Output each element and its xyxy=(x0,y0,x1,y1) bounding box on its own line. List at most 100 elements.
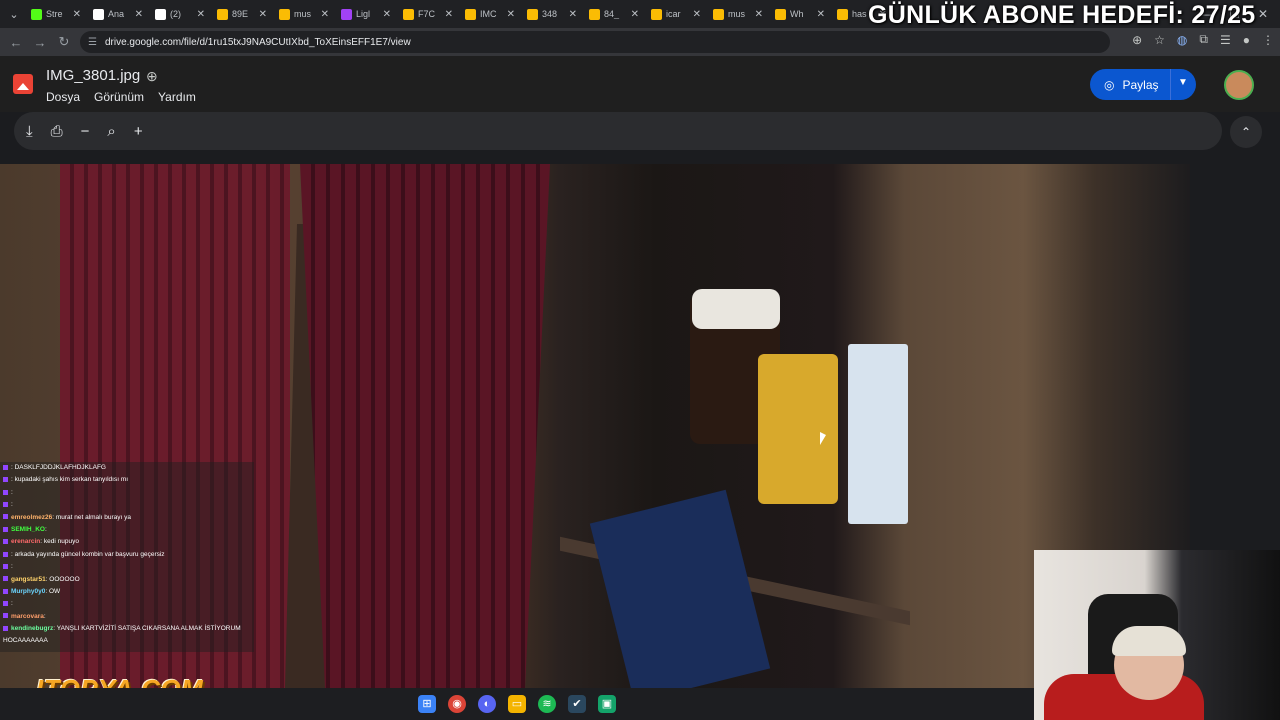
close-tab-icon[interactable]: ✕ xyxy=(383,9,391,20)
chat-text: : arkada yayında güncel kombin var başvu… xyxy=(11,550,165,558)
print-icon[interactable]: ⎙ xyxy=(51,123,63,140)
tab-search-chevron-icon[interactable]: ⌄ xyxy=(3,3,25,25)
chat-message: : xyxy=(0,598,254,610)
menu-file[interactable]: Dosya xyxy=(46,90,80,104)
close-window-icon[interactable]: ✕ xyxy=(1258,7,1268,21)
chat-message: kendinebugrz: YANŞLI KARTVİZİTİ SATIŞA C… xyxy=(0,623,254,635)
reload-icon[interactable]: ↻ xyxy=(52,34,76,50)
close-tab-icon[interactable]: ✕ xyxy=(321,9,329,20)
menu-view[interactable]: Görünüm xyxy=(94,90,144,104)
add-shortcut-icon[interactable]: ⊕ xyxy=(146,68,158,85)
drive-icon xyxy=(403,8,414,20)
browser-tab[interactable]: Ligl ✕ xyxy=(335,1,397,27)
zoom-icon[interactable]: ⌕ xyxy=(107,123,115,140)
close-tab-icon[interactable]: ✕ xyxy=(445,9,453,20)
chat-badge-icon xyxy=(3,526,8,532)
tab-title: icar xyxy=(666,9,681,19)
start-menu-icon[interactable]: ⊞ xyxy=(418,695,436,713)
browser-tab[interactable]: Stre ✕ xyxy=(25,1,87,27)
chat-username: gangstar51 xyxy=(11,575,46,583)
globe-icon: ◎ xyxy=(1104,77,1115,92)
more-menu-icon[interactable]: ⋮ xyxy=(1262,33,1274,47)
close-tab-icon[interactable]: ✕ xyxy=(197,9,205,20)
stream-chat-overlay: : DASKLFJDDJKLAFHDJKLAFG : kupadaki şahıs… xyxy=(0,462,254,652)
discord-icon[interactable]: ◐ xyxy=(478,695,496,713)
steam-icon[interactable]: ✔ xyxy=(568,695,586,713)
kick-icon xyxy=(31,8,42,20)
chat-text: : xyxy=(11,563,13,571)
chat-message: : xyxy=(0,499,254,511)
share-label: Paylaş xyxy=(1122,77,1159,92)
collapse-toolbar-icon[interactable]: ⌃ xyxy=(1230,116,1262,148)
profile-icon[interactable]: ● xyxy=(1243,33,1250,47)
chrome-icon[interactable]: ◉ xyxy=(448,695,466,713)
browser-tab[interactable]: 89E ✕ xyxy=(211,1,273,27)
close-tab-icon[interactable]: ✕ xyxy=(817,9,825,20)
chat-message: : kupadaki şahıs kim serkan tanyıldısı m… xyxy=(0,474,254,486)
close-tab-icon[interactable]: ✕ xyxy=(507,9,515,20)
browser-tab[interactable]: mus ✕ xyxy=(273,1,335,27)
browser-tab[interactable]: (2) ✕ xyxy=(149,1,211,27)
chat-badge-icon xyxy=(3,514,8,520)
photo-can xyxy=(758,354,838,504)
app-icon[interactable]: ▣ xyxy=(598,695,616,713)
chat-text: : xyxy=(44,525,47,533)
chat-message: : DASKLFJDDJKLAFHDJKLAFG xyxy=(0,462,254,474)
chat-text: : xyxy=(11,501,13,509)
zoom-icon[interactable]: ⊕ xyxy=(1132,33,1142,47)
address-bar[interactable]: ☰ drive.google.com/file/d/1ru15txJ9NA9CU… xyxy=(80,31,1110,53)
file-explorer-icon[interactable]: ▭ xyxy=(508,695,526,713)
browser-tab[interactable]: 84_ ✕ xyxy=(583,1,645,27)
back-icon[interactable]: ← xyxy=(4,35,28,50)
tabs-container: Stre ✕ Ana ✕ (2) ✕ 89E ✕ mus ✕ Ligl ✕ F7C ✕ IMC ✕ 348 ✕ 84… xyxy=(25,1,893,27)
tab-list-icon[interactable]: ☰ xyxy=(1220,33,1231,47)
chat-text: : kupadaki şahıs kim serkan tanyıldısı m… xyxy=(11,476,129,484)
extension-icon[interactable]: ◍ xyxy=(1177,33,1187,47)
chat-text: : DASKLFJDDJKLAFHDJKLAFG xyxy=(11,464,106,471)
browser-tab[interactable]: IMC ✕ xyxy=(459,1,521,27)
close-tab-icon[interactable]: ✕ xyxy=(73,9,81,20)
browser-tab[interactable]: F7C ✕ xyxy=(397,1,459,27)
drive-icon xyxy=(217,8,228,20)
browser-tab[interactable]: Wh ✕ xyxy=(769,1,831,27)
chat-badge-icon xyxy=(3,613,8,619)
browser-tab[interactable]: 348 ✕ xyxy=(521,1,583,27)
browser-tab[interactable]: icar ✕ xyxy=(645,1,707,27)
tab-title: F7C xyxy=(418,9,436,19)
share-button[interactable]: ◎ Paylaş ▼ xyxy=(1090,69,1196,100)
menu-help[interactable]: Yardım xyxy=(158,90,196,104)
close-tab-icon[interactable]: ✕ xyxy=(135,9,143,20)
chat-badge-icon xyxy=(3,563,8,569)
bookmark-star-icon[interactable]: ☆ xyxy=(1154,33,1165,47)
close-tab-icon[interactable]: ✕ xyxy=(259,9,267,20)
chat-username: SEMIH_KO xyxy=(11,525,45,533)
close-tab-icon[interactable]: ✕ xyxy=(631,9,639,20)
chat-text: : xyxy=(11,600,13,608)
close-tab-icon[interactable]: ✕ xyxy=(755,9,763,20)
drive-icon xyxy=(775,8,786,20)
account-avatar[interactable] xyxy=(1224,70,1254,100)
chat-message: erenarcin: kedi nupuyo xyxy=(0,536,254,548)
chat-username: emreolmez26 xyxy=(11,513,53,521)
chat-message: Murphy0y0: OW xyxy=(0,586,254,598)
mouse-cursor-icon xyxy=(820,432,826,445)
close-tab-icon[interactable]: ✕ xyxy=(693,9,701,20)
tab-title: mus xyxy=(294,9,312,19)
forward-icon[interactable]: → xyxy=(28,35,52,50)
chat-text: : kedi nupuyo xyxy=(40,538,79,546)
browser-tab[interactable]: mus ✕ xyxy=(707,1,769,27)
spotify-icon[interactable]: ≋ xyxy=(538,695,556,713)
pen-icon xyxy=(341,8,352,20)
download-icon[interactable]: ⤓ xyxy=(26,123,33,140)
site-info-icon[interactable]: ☰ xyxy=(88,37,97,48)
share-dropdown-icon[interactable]: ▼ xyxy=(1178,77,1188,88)
zoom-out-icon[interactable]: − xyxy=(81,123,90,140)
zoom-in-icon[interactable]: + xyxy=(134,123,143,140)
chat-text: : YANŞLI KARTVİZİTİ SATIŞA CIKARSANA ALM… xyxy=(53,625,241,633)
drive-icon xyxy=(713,8,724,20)
browser-tab[interactable]: Ana ✕ xyxy=(87,1,149,27)
photo-detergent-bag xyxy=(589,489,771,688)
tab-title: Stre xyxy=(46,9,63,19)
extensions-puzzle-icon[interactable]: ⧉ xyxy=(1199,32,1208,47)
close-tab-icon[interactable]: ✕ xyxy=(569,9,577,20)
